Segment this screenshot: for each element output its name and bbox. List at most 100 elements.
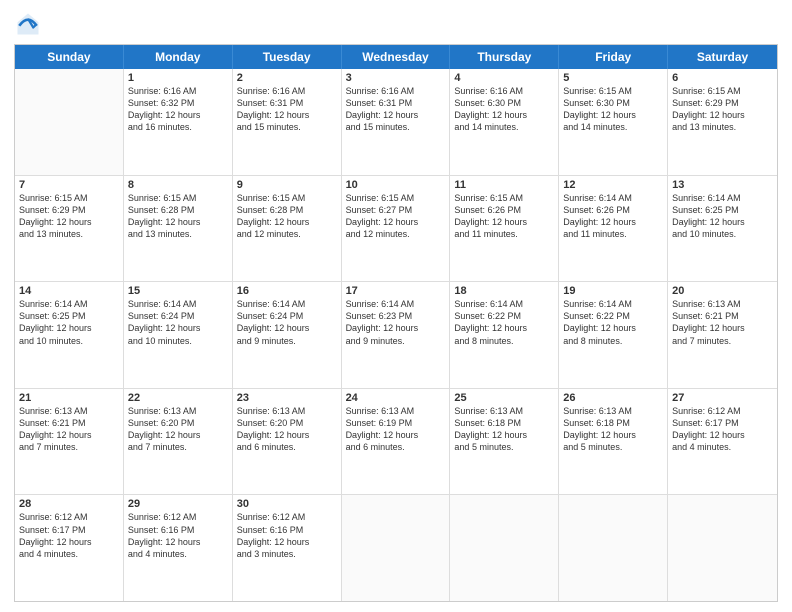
- daylight-minutes: and 14 minutes.: [454, 122, 518, 132]
- header-day-wednesday: Wednesday: [342, 45, 451, 69]
- daylight-label: Daylight: 12 hours: [128, 323, 201, 333]
- cell-info: Sunrise: 6:13 AM Sunset: 6:18 PM Dayligh…: [454, 405, 554, 454]
- day-number: 2: [237, 72, 337, 84]
- calendar-row-1: 1 Sunrise: 6:16 AM Sunset: 6:32 PM Dayli…: [15, 69, 777, 176]
- calendar-cell: [559, 495, 668, 601]
- daylight-minutes: and 5 minutes.: [454, 442, 513, 452]
- daylight-label: Daylight: 12 hours: [19, 323, 92, 333]
- daylight-minutes: and 7 minutes.: [128, 442, 187, 452]
- cell-info: Sunrise: 6:14 AM Sunset: 6:22 PM Dayligh…: [563, 298, 663, 347]
- sunrise-label: Sunrise: 6:13 AM: [454, 406, 523, 416]
- calendar-cell: 18 Sunrise: 6:14 AM Sunset: 6:22 PM Dayl…: [450, 282, 559, 388]
- day-number: 5: [563, 72, 663, 84]
- sunrise-label: Sunrise: 6:15 AM: [128, 193, 197, 203]
- header-day-monday: Monday: [124, 45, 233, 69]
- daylight-label: Daylight: 12 hours: [128, 430, 201, 440]
- day-number: 20: [672, 285, 773, 297]
- sunset-label: Sunset: 6:25 PM: [672, 205, 739, 215]
- calendar-cell: 2 Sunrise: 6:16 AM Sunset: 6:31 PM Dayli…: [233, 69, 342, 175]
- calendar-cell: 16 Sunrise: 6:14 AM Sunset: 6:24 PM Dayl…: [233, 282, 342, 388]
- sunrise-label: Sunrise: 6:14 AM: [563, 193, 632, 203]
- sunset-label: Sunset: 6:26 PM: [563, 205, 630, 215]
- daylight-minutes: and 8 minutes.: [563, 336, 622, 346]
- calendar-cell: 9 Sunrise: 6:15 AM Sunset: 6:28 PM Dayli…: [233, 176, 342, 282]
- daylight-minutes: and 4 minutes.: [19, 549, 78, 559]
- daylight-minutes: and 15 minutes.: [346, 122, 410, 132]
- daylight-minutes: and 9 minutes.: [346, 336, 405, 346]
- daylight-minutes: and 15 minutes.: [237, 122, 301, 132]
- sunrise-label: Sunrise: 6:12 AM: [672, 406, 741, 416]
- calendar: SundayMondayTuesdayWednesdayThursdayFrid…: [14, 44, 778, 602]
- calendar-cell: 30 Sunrise: 6:12 AM Sunset: 6:16 PM Dayl…: [233, 495, 342, 601]
- day-number: 11: [454, 179, 554, 191]
- logo: [14, 10, 46, 38]
- daylight-minutes: and 13 minutes.: [672, 122, 736, 132]
- day-number: 17: [346, 285, 446, 297]
- sunset-label: Sunset: 6:16 PM: [128, 525, 195, 535]
- daylight-label: Daylight: 12 hours: [563, 430, 636, 440]
- header: [14, 10, 778, 38]
- sunrise-label: Sunrise: 6:16 AM: [454, 86, 523, 96]
- sunset-label: Sunset: 6:24 PM: [237, 311, 304, 321]
- day-number: 16: [237, 285, 337, 297]
- cell-info: Sunrise: 6:15 AM Sunset: 6:29 PM Dayligh…: [19, 192, 119, 241]
- day-number: 21: [19, 392, 119, 404]
- calendar-cell: 13 Sunrise: 6:14 AM Sunset: 6:25 PM Dayl…: [668, 176, 777, 282]
- calendar-cell: 6 Sunrise: 6:15 AM Sunset: 6:29 PM Dayli…: [668, 69, 777, 175]
- calendar-cell: 14 Sunrise: 6:14 AM Sunset: 6:25 PM Dayl…: [15, 282, 124, 388]
- cell-info: Sunrise: 6:14 AM Sunset: 6:26 PM Dayligh…: [563, 192, 663, 241]
- daylight-minutes: and 12 minutes.: [346, 229, 410, 239]
- day-number: 9: [237, 179, 337, 191]
- sunrise-label: Sunrise: 6:13 AM: [19, 406, 88, 416]
- cell-info: Sunrise: 6:13 AM Sunset: 6:19 PM Dayligh…: [346, 405, 446, 454]
- day-number: 8: [128, 179, 228, 191]
- daylight-minutes: and 4 minutes.: [128, 549, 187, 559]
- calendar-cell: 25 Sunrise: 6:13 AM Sunset: 6:18 PM Dayl…: [450, 389, 559, 495]
- daylight-label: Daylight: 12 hours: [237, 217, 310, 227]
- calendar-cell: [668, 495, 777, 601]
- calendar-row-2: 7 Sunrise: 6:15 AM Sunset: 6:29 PM Dayli…: [15, 176, 777, 283]
- daylight-label: Daylight: 12 hours: [346, 323, 419, 333]
- cell-info: Sunrise: 6:14 AM Sunset: 6:23 PM Dayligh…: [346, 298, 446, 347]
- calendar-cell: 8 Sunrise: 6:15 AM Sunset: 6:28 PM Dayli…: [124, 176, 233, 282]
- daylight-label: Daylight: 12 hours: [563, 217, 636, 227]
- header-day-friday: Friday: [559, 45, 668, 69]
- logo-icon: [14, 10, 42, 38]
- cell-info: Sunrise: 6:15 AM Sunset: 6:26 PM Dayligh…: [454, 192, 554, 241]
- header-day-tuesday: Tuesday: [233, 45, 342, 69]
- sunrise-label: Sunrise: 6:15 AM: [346, 193, 415, 203]
- cell-info: Sunrise: 6:15 AM Sunset: 6:28 PM Dayligh…: [237, 192, 337, 241]
- daylight-label: Daylight: 12 hours: [128, 537, 201, 547]
- calendar-cell: 11 Sunrise: 6:15 AM Sunset: 6:26 PM Dayl…: [450, 176, 559, 282]
- calendar-cell: 21 Sunrise: 6:13 AM Sunset: 6:21 PM Dayl…: [15, 389, 124, 495]
- sunrise-label: Sunrise: 6:14 AM: [346, 299, 415, 309]
- day-number: 28: [19, 498, 119, 510]
- sunset-label: Sunset: 6:27 PM: [346, 205, 413, 215]
- day-number: 30: [237, 498, 337, 510]
- daylight-minutes: and 6 minutes.: [237, 442, 296, 452]
- day-number: 22: [128, 392, 228, 404]
- sunset-label: Sunset: 6:21 PM: [19, 418, 86, 428]
- sunset-label: Sunset: 6:18 PM: [454, 418, 521, 428]
- sunrise-label: Sunrise: 6:15 AM: [672, 86, 741, 96]
- daylight-label: Daylight: 12 hours: [237, 110, 310, 120]
- sunrise-label: Sunrise: 6:14 AM: [454, 299, 523, 309]
- sunset-label: Sunset: 6:20 PM: [237, 418, 304, 428]
- sunrise-label: Sunrise: 6:15 AM: [454, 193, 523, 203]
- daylight-label: Daylight: 12 hours: [672, 110, 745, 120]
- day-number: 1: [128, 72, 228, 84]
- sunrise-label: Sunrise: 6:12 AM: [128, 512, 197, 522]
- daylight-label: Daylight: 12 hours: [19, 217, 92, 227]
- sunrise-label: Sunrise: 6:14 AM: [19, 299, 88, 309]
- sunset-label: Sunset: 6:23 PM: [346, 311, 413, 321]
- day-number: 7: [19, 179, 119, 191]
- daylight-minutes: and 11 minutes.: [563, 229, 626, 239]
- calendar-cell: 27 Sunrise: 6:12 AM Sunset: 6:17 PM Dayl…: [668, 389, 777, 495]
- day-number: 29: [128, 498, 228, 510]
- sunset-label: Sunset: 6:21 PM: [672, 311, 739, 321]
- day-number: 25: [454, 392, 554, 404]
- cell-info: Sunrise: 6:13 AM Sunset: 6:20 PM Dayligh…: [237, 405, 337, 454]
- daylight-minutes: and 4 minutes.: [672, 442, 731, 452]
- daylight-minutes: and 13 minutes.: [19, 229, 83, 239]
- daylight-minutes: and 6 minutes.: [346, 442, 405, 452]
